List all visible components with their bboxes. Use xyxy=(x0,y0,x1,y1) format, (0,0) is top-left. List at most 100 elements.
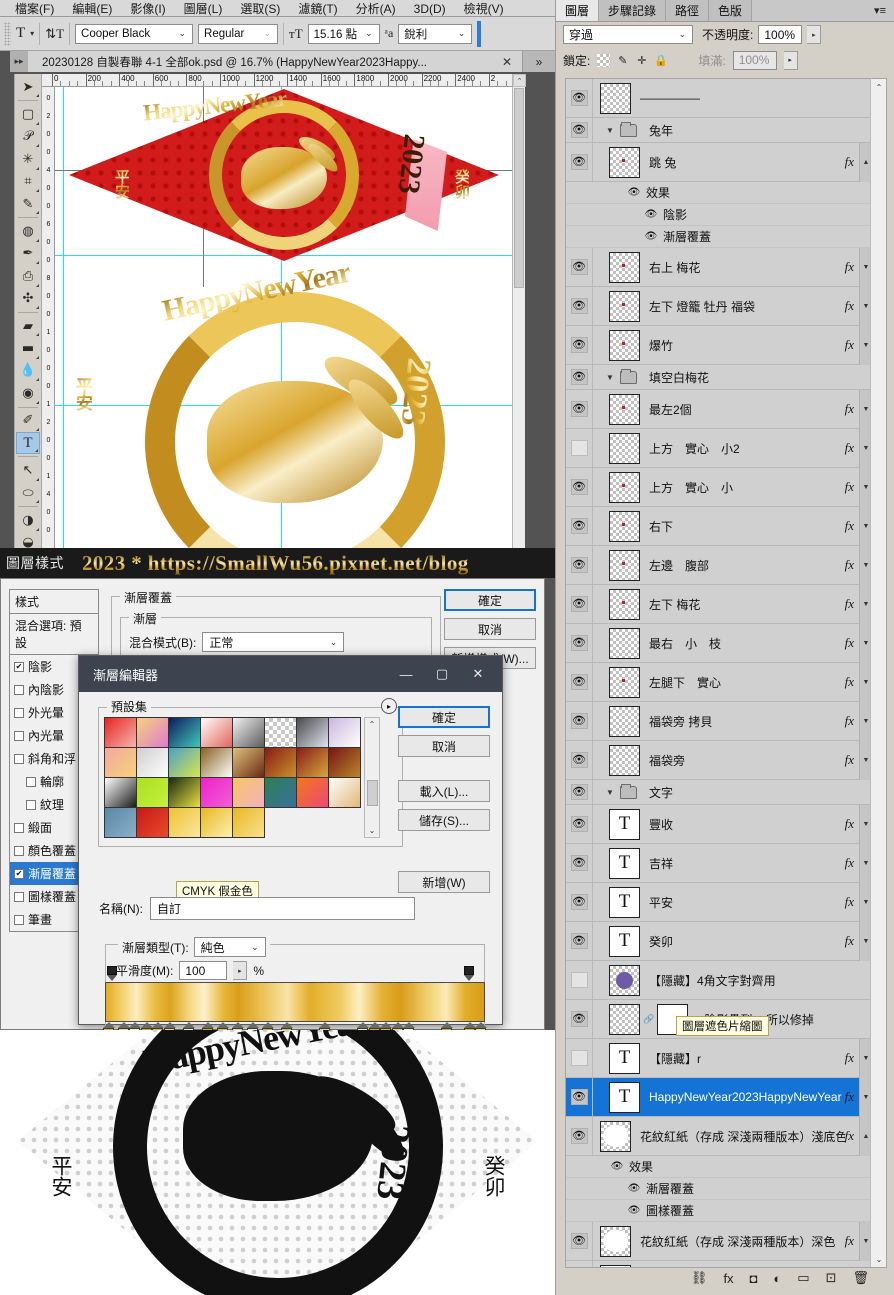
layer-fx-icon[interactable]: fx xyxy=(845,713,859,729)
layer-visibility-toggle[interactable]: 👁 xyxy=(566,506,593,546)
eyedropper-tool-icon[interactable]: ✎ xyxy=(16,193,40,215)
layer-row[interactable]: T 【隱藏】r fx ▼ xyxy=(566,1038,872,1078)
layer-row[interactable]: 👁 ————— xyxy=(566,79,872,118)
layer-fx-icon[interactable]: fx xyxy=(845,894,859,910)
scroll-up-icon[interactable]: ⌃ xyxy=(513,74,526,87)
styles-header[interactable]: 樣式 xyxy=(9,589,99,614)
gradient-preset-swatch-18[interactable] xyxy=(169,778,201,808)
brush-tool-icon[interactable]: ✒ xyxy=(16,243,40,265)
tab-bar-grip[interactable]: ▸▸ xyxy=(10,51,28,72)
fill-input[interactable]: 100% xyxy=(732,50,777,70)
layer-list-scrollbar[interactable]: ⌃ ⌄ xyxy=(870,79,886,1267)
layer-visibility-toggle[interactable]: 👁 xyxy=(566,804,593,844)
layer-thumbnail[interactable]: T xyxy=(609,847,640,879)
lock-all-icon[interactable]: 🔒 xyxy=(654,54,668,67)
layer-thumbnail[interactable] xyxy=(609,146,640,178)
gradient-name-input[interactable]: 自訂 xyxy=(150,897,415,920)
layer-row[interactable]: 👁 T 平安 fx ▼ xyxy=(566,882,872,922)
layer-visibility-toggle[interactable]: 👁 xyxy=(566,325,593,365)
gradient-preset-swatch-9[interactable] xyxy=(137,748,169,778)
gradient-ok-button[interactable]: 確定 xyxy=(398,706,490,728)
layer-fx-icon[interactable]: fx xyxy=(845,1089,859,1105)
gradient-preset-swatch-24[interactable] xyxy=(105,808,137,838)
layer-row[interactable]: 👁 T 癸卯 fx ▼ xyxy=(566,921,872,961)
lock-position-icon[interactable]: ✛ xyxy=(635,54,648,67)
checkbox[interactable] xyxy=(14,891,24,902)
menu-item-5[interactable]: 濾鏡(T) xyxy=(289,2,346,16)
fill-stepper[interactable]: ▸ xyxy=(783,50,798,70)
layer-visibility-toggle[interactable] xyxy=(566,960,593,1000)
layer-fx-icon[interactable]: fx xyxy=(845,557,859,573)
opacity-stepper[interactable]: ▸ xyxy=(807,25,822,44)
layer-thumbnail[interactable] xyxy=(609,705,640,737)
checkbox[interactable] xyxy=(14,684,24,695)
layer-visibility-toggle[interactable]: 👁 xyxy=(566,584,593,624)
history-brush-tool-icon[interactable]: ✣ xyxy=(16,288,40,310)
gradient-preset-swatch-1[interactable] xyxy=(137,718,169,748)
layer-visibility-toggle[interactable]: 👁 xyxy=(566,1221,593,1261)
layer-blend-mode-select[interactable]: 穿過 ⌄ xyxy=(563,25,693,44)
layer-fx-icon[interactable]: fx xyxy=(845,1233,859,1249)
checkbox[interactable] xyxy=(14,845,24,856)
group-expand-icon[interactable]: ▼ xyxy=(602,126,618,135)
presets-scrollbar[interactable]: ⌃ ⌄ xyxy=(364,717,380,838)
gradient-preset-swatch-6[interactable] xyxy=(297,718,329,748)
layer-row[interactable]: 👁 右下 fx ▼ xyxy=(566,506,872,546)
text-orientation-icon[interactable]: ⇅T xyxy=(45,26,64,42)
blur-tool-icon[interactable]: 💧 xyxy=(16,360,40,382)
layer-fx-icon[interactable]: fx xyxy=(845,933,859,949)
menu-item-6[interactable]: 分析(A) xyxy=(347,2,405,16)
layer-fx-icon[interactable]: fx xyxy=(845,1050,859,1066)
lasso-tool-icon[interactable]: 𝒫 xyxy=(16,126,40,148)
gradient-preset-swatch-11[interactable] xyxy=(201,748,233,778)
layer-visibility-toggle[interactable]: 👁 xyxy=(566,701,593,741)
layer-row[interactable]: 👁 福袋旁 fx ▼ xyxy=(566,740,872,780)
layer-effects-row[interactable]: 👁 效果 xyxy=(566,1156,872,1178)
layer-group-row[interactable]: 👁 ▼ 填空白梅花 xyxy=(566,357,872,397)
blending-options-item[interactable]: 混合選項: 預設 xyxy=(9,614,99,655)
effect-visibility-icon[interactable]: 👁 xyxy=(609,1161,625,1172)
layer-thumbnail[interactable] xyxy=(600,1120,631,1152)
layer-thumbnail[interactable] xyxy=(609,471,640,503)
layer-visibility-toggle[interactable]: 👁 xyxy=(566,467,593,507)
layer-style-cancel-button[interactable]: 取消 xyxy=(444,618,536,640)
menu-item-0[interactable]: 檔案(F) xyxy=(6,2,63,16)
layer-list[interactable]: 👁 ————— 👁 ▼ 兔年 👁 跳 兔 fx ▲ 👁 效果 👁 陰影 👁 漸層覆蓋 👁 右上 梅花 fx ▼ 👁 左下… xyxy=(565,78,887,1268)
effect-visibility-icon[interactable]: 👁 xyxy=(626,1205,642,1216)
layer-fx-icon[interactable]: fx xyxy=(845,752,859,768)
layer-row[interactable]: 👁 左下 梅花 fx ▼ xyxy=(566,584,872,624)
layer-visibility-toggle[interactable]: 👁 xyxy=(566,142,593,182)
layer-fx-icon[interactable]: fx xyxy=(845,635,859,651)
scroll-down-icon[interactable]: ⌄ xyxy=(369,826,376,835)
healing-brush-tool-icon[interactable]: ◍ xyxy=(16,220,40,243)
checkbox[interactable] xyxy=(14,730,24,741)
layer-thumbnail[interactable] xyxy=(609,393,640,425)
ellipse-shape-tool-icon[interactable]: ⬭ xyxy=(16,482,40,504)
new-group-icon[interactable]: ▭ xyxy=(797,1270,809,1286)
layer-fx-icon[interactable]: fx xyxy=(845,596,859,612)
layer-style-ok-button[interactable]: 確定 xyxy=(444,589,536,611)
layer-visibility-toggle[interactable]: 👁 xyxy=(566,921,593,961)
gradient-type-select[interactable]: 純色 ⌄ xyxy=(193,937,266,957)
layer-row[interactable]: 👁 左邊 腹部 fx ▼ xyxy=(566,545,872,585)
checkbox[interactable]: ✔ xyxy=(14,661,24,672)
layer-thumbnail[interactable] xyxy=(609,1003,640,1035)
layer-thumbnail[interactable] xyxy=(609,549,640,581)
layer-thumbnail[interactable] xyxy=(609,290,640,322)
gradient-opacity-stop-0[interactable] xyxy=(106,966,119,981)
layer-effect-row[interactable]: 👁 圖樣覆蓋 xyxy=(566,1200,872,1222)
preset-swatch-grid[interactable] xyxy=(104,717,361,838)
document-tab[interactable]: 20230128 自製春聯 4-1 全部ok.psd @ 16.7% (Happ… xyxy=(28,51,523,72)
gradient-preset-swatch-13[interactable] xyxy=(265,748,297,778)
type-tool-icon[interactable]: T xyxy=(16,431,40,455)
font-family-select[interactable]: Cooper Black ⌄ xyxy=(75,23,194,44)
gradient-new-button[interactable]: 新增(W) xyxy=(398,871,490,893)
layer-thumbnail[interactable]: T xyxy=(609,1081,640,1113)
checkbox[interactable] xyxy=(14,914,24,925)
gradient-opacity-stop-1[interactable] xyxy=(463,966,476,981)
layer-thumbnail[interactable]: T xyxy=(609,886,640,918)
layer-thumbnail[interactable]: T xyxy=(609,925,640,957)
checkbox[interactable] xyxy=(14,822,24,833)
layer-visibility-toggle[interactable]: 👁 xyxy=(566,623,593,663)
layer-thumbnail[interactable]: T xyxy=(609,808,640,840)
